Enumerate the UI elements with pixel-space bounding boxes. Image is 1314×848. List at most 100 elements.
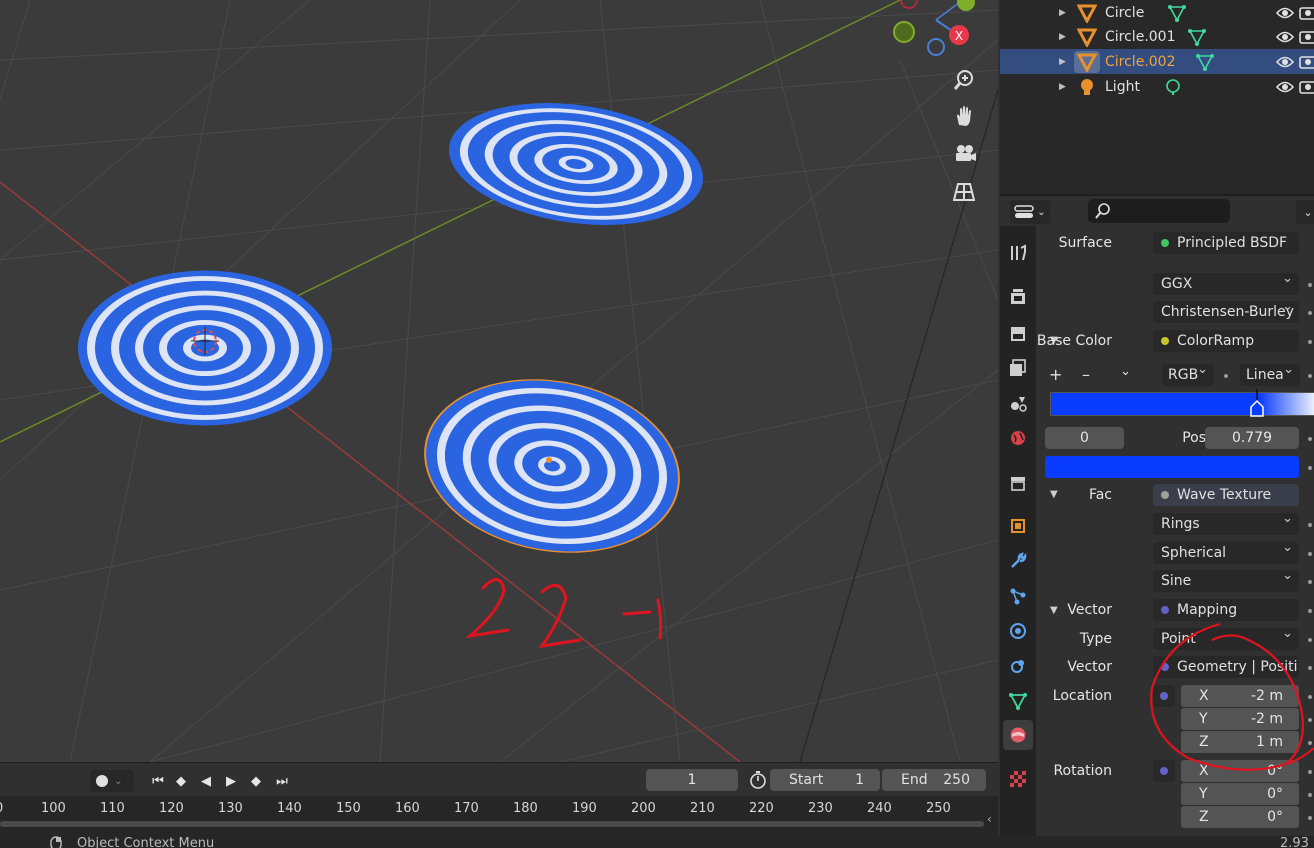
outliner-item-circle-002[interactable]: ▶ Circle.002 [1000, 49, 1314, 74]
scene-icon[interactable] [1003, 388, 1033, 418]
distribution-dropdown[interactable]: GGX [1153, 273, 1299, 295]
start-label: Start [789, 772, 824, 788]
collapse-chevron-icon[interactable]: ‹ [987, 812, 992, 826]
frame-tick: 200 [631, 801, 656, 816]
expand-arrow-icon[interactable]: ▶ [1059, 82, 1066, 92]
stopwatch-icon[interactable] [746, 769, 770, 791]
render-camera-icon[interactable] [1299, 80, 1314, 94]
ramp-color-mode-dropdown[interactable]: RGB [1162, 364, 1214, 386]
texture-icon[interactable] [1003, 764, 1033, 794]
wave-direction-value: Spherical [1161, 545, 1227, 561]
wave-profile-dropdown[interactable]: Sine [1153, 570, 1299, 592]
wave-type-dropdown[interactable]: Rings [1153, 513, 1299, 535]
separator-dot [1224, 374, 1228, 378]
socket-dot [1308, 523, 1312, 527]
jump-start-icon[interactable]: ⏮ [147, 771, 169, 791]
vector-socket-icon [1161, 606, 1169, 614]
modifier-icon[interactable] [1003, 546, 1033, 576]
end-label: End [901, 772, 928, 788]
frame-tick: 210 [690, 801, 715, 816]
base-color-field[interactable]: ColorRamp [1153, 330, 1299, 352]
frame-tick: 190 [572, 801, 597, 816]
outliner-item-light[interactable]: ▶ Light [1000, 74, 1314, 99]
ramp-stop-index-field[interactable]: 0 [1045, 427, 1124, 449]
eye-visibility-icon[interactable] [1276, 30, 1294, 44]
distribution-value: GGX [1161, 276, 1193, 292]
prev-keyframe-icon[interactable]: ◆ [170, 771, 192, 791]
camera-icon[interactable] [953, 143, 985, 175]
object-data-icon[interactable] [1003, 686, 1033, 716]
tool-icon[interactable] [1003, 238, 1033, 268]
particles-icon[interactable] [1003, 581, 1033, 611]
current-frame-field[interactable]: 1 [646, 769, 738, 791]
eye-visibility-icon[interactable] [1276, 55, 1294, 69]
viewport-canvas[interactable]: X [0, 0, 998, 762]
ramp-pos-field[interactable]: 0.779 [1205, 427, 1299, 449]
light-data-icon[interactable] [1164, 78, 1182, 96]
ramp-menu-chevron-icon[interactable]: ⌄ [1120, 364, 1131, 379]
eye-visibility-icon[interactable] [1276, 6, 1294, 20]
mesh-data-icon[interactable] [1196, 53, 1214, 71]
ramp-stop-handle-icon[interactable] [1250, 389, 1264, 417]
frame-tick: 180 [513, 801, 538, 816]
timeline-scrollbar[interactable] [0, 821, 984, 827]
object-icon[interactable] [1003, 511, 1033, 541]
ramp-interpolation-dropdown[interactable]: Linea [1240, 364, 1300, 386]
render-camera-icon[interactable] [1299, 30, 1314, 44]
options-dropdown[interactable]: ⌄ [1296, 200, 1314, 224]
fac-input-field[interactable]: Wave Texture [1153, 484, 1299, 506]
socket-dot [1308, 437, 1312, 441]
keying-dropdown[interactable]: ⌄ [90, 770, 134, 792]
ramp-stop-color-swatch[interactable] [1045, 456, 1299, 478]
properties-tabs [1000, 226, 1036, 836]
end-frame-field[interactable]: End 250 [882, 769, 986, 791]
rotation-y-field[interactable]: Y 0° [1181, 783, 1299, 805]
start-frame-field[interactable]: Start 1 [770, 769, 880, 791]
outliner-item-circle-001[interactable]: ▶ Circle.001 [1000, 24, 1314, 49]
constraints-icon[interactable] [1003, 651, 1033, 681]
color-ramp-bar[interactable] [1050, 392, 1314, 416]
render-icon[interactable] [1003, 282, 1033, 312]
grid-view-icon[interactable] [953, 181, 985, 213]
socket-dot [1308, 552, 1312, 556]
outliner-item-circle[interactable]: ▶ Circle [1000, 0, 1314, 25]
properties-search-input[interactable] [1088, 199, 1230, 223]
play-icon[interactable]: ▶ [220, 771, 242, 791]
expand-arrow-icon[interactable]: ▶ [1059, 32, 1066, 42]
float-socket-icon [1161, 491, 1169, 499]
render-camera-icon[interactable] [1299, 55, 1314, 69]
zoom-icon[interactable] [953, 69, 985, 101]
vector2-label: Vector [1067, 659, 1112, 675]
mesh-data-icon[interactable] [1168, 4, 1186, 22]
subsurface-method-dropdown[interactable]: Christensen-Burley [1153, 301, 1299, 323]
surface-shader-field[interactable]: Principled BSDF [1153, 232, 1299, 254]
play-reverse-icon[interactable]: ◀ [195, 771, 217, 791]
collection-icon[interactable] [1003, 468, 1033, 498]
world-icon[interactable] [1003, 423, 1033, 453]
frame-tick: 140 [277, 801, 302, 816]
eye-visibility-icon[interactable] [1276, 80, 1294, 94]
material-icon[interactable] [1003, 720, 1033, 750]
expand-arrow-icon[interactable]: ▶ [1059, 8, 1066, 18]
timeline-ruler[interactable]: 0 100 110 120 130 140 150 160 170 180 19… [0, 796, 998, 836]
add-stop-button[interactable]: + [1049, 365, 1062, 384]
wave-type-value: Rings [1161, 516, 1200, 532]
render-camera-icon[interactable] [1299, 6, 1314, 20]
circle-object-back [448, 103, 704, 225]
navigation-gizmo: X [893, 0, 975, 56]
hand-pan-icon[interactable] [953, 105, 985, 137]
next-keyframe-icon[interactable]: ◆ [245, 771, 267, 791]
physics-icon[interactable] [1003, 616, 1033, 646]
wave-direction-dropdown[interactable]: Spherical [1153, 542, 1299, 564]
mesh-data-icon[interactable] [1188, 28, 1206, 46]
rotation-z-field[interactable]: Z 0° [1181, 806, 1299, 828]
3d-viewport[interactable]: X [0, 0, 998, 762]
view-layer-icon[interactable] [1003, 353, 1033, 383]
editor-type-dropdown[interactable]: ⌄ [1010, 200, 1050, 224]
properties-editor-icon [1014, 205, 1035, 218]
remove-stop-button[interactable]: – [1082, 365, 1090, 384]
jump-end-icon[interactable]: ⏭ [271, 771, 293, 791]
circle-object-selected [424, 379, 680, 553]
expand-arrow-icon[interactable]: ▶ [1059, 57, 1066, 67]
output-icon[interactable] [1003, 318, 1033, 348]
